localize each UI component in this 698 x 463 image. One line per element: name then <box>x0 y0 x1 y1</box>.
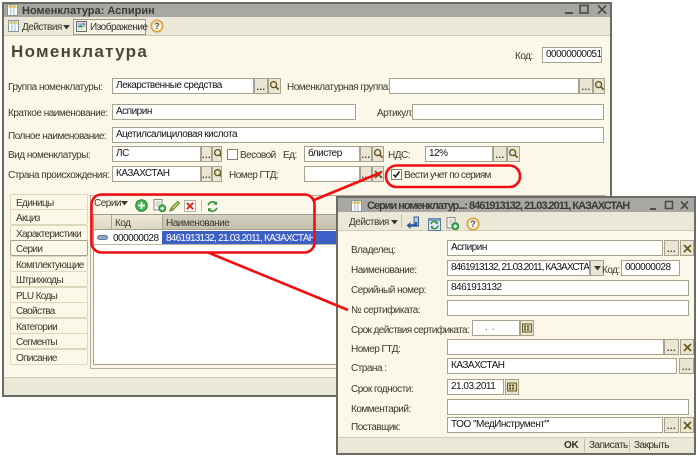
svg-text:?: ? <box>470 219 476 229</box>
svg-text:?: ? <box>154 21 160 31</box>
